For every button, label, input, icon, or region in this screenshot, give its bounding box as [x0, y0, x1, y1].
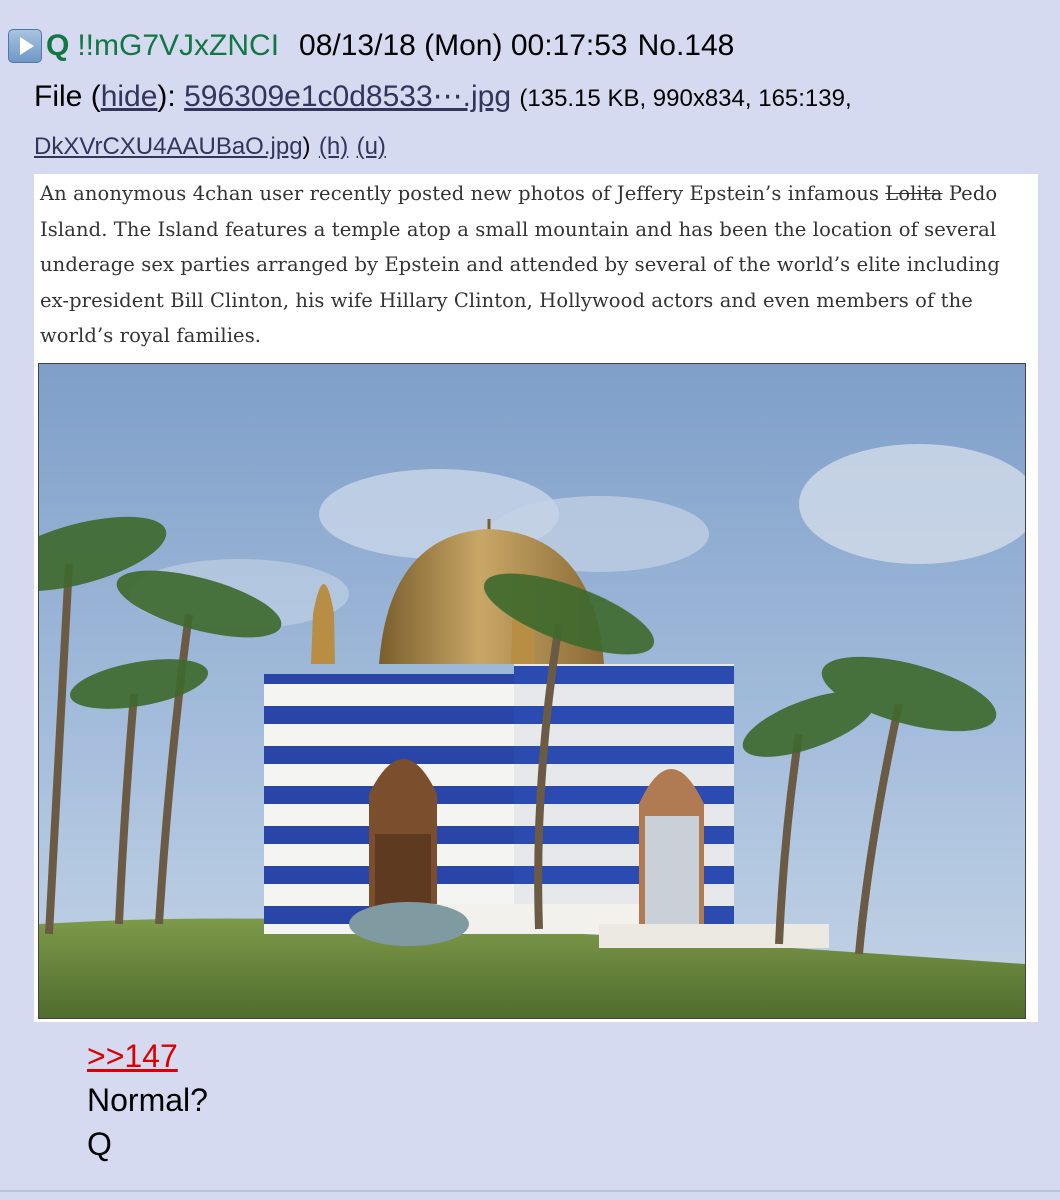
caption-text-1: An anonymous 4chan user recently posted …	[40, 182, 886, 205]
post-header: Q !!mG7VJxZNCI 08/13/18 (Mon) 00:17:53 N…	[8, 26, 734, 66]
message-line-1: Normal?	[87, 1082, 208, 1118]
post-date: 08/13/18 (Mon) 00:17:53	[299, 29, 628, 62]
hide-open: (	[90, 80, 101, 113]
hide-link[interactable]: hide	[101, 80, 158, 113]
temple-photo	[38, 363, 1026, 1019]
h-link[interactable]: (h)	[319, 133, 348, 160]
file-info: File (hide): 596309e1c0d8533⋯.jpg (135.1…	[34, 74, 1044, 170]
message-line-2: Q	[87, 1126, 112, 1162]
poster-name: Q	[46, 29, 70, 62]
hide-close: ):	[157, 80, 176, 113]
caption-text-2: Pedo Island. The Island features a templ…	[40, 182, 1000, 347]
attached-image[interactable]: An anonymous 4chan user recently posted …	[34, 174, 1038, 1022]
u-link[interactable]: (u)	[357, 133, 386, 160]
post: Q !!mG7VJxZNCI 08/13/18 (Mon) 00:17:53 N…	[0, 0, 1060, 1192]
post-number[interactable]: No.148	[638, 29, 735, 63]
file-link[interactable]: 596309e1c0d8533⋯.jpg	[184, 80, 511, 113]
temple-illustration	[39, 364, 1025, 1018]
caption-struck-word: Lolita	[885, 182, 943, 205]
post-message: >>147 Normal? Q	[87, 1034, 208, 1166]
play-icon[interactable]	[8, 29, 42, 63]
paren-close: )	[302, 133, 311, 160]
original-filename-link[interactable]: DkXVrCXU4AAUBaO.jpg	[34, 133, 303, 160]
tripcode: !!mG7VJxZNCI	[77, 29, 280, 62]
quote-link[interactable]: >>147	[87, 1038, 178, 1074]
file-label: File	[34, 80, 83, 113]
image-caption: An anonymous 4chan user recently posted …	[40, 176, 1034, 354]
file-meta: (135.15 KB, 990x834, 165:139,	[519, 85, 852, 112]
